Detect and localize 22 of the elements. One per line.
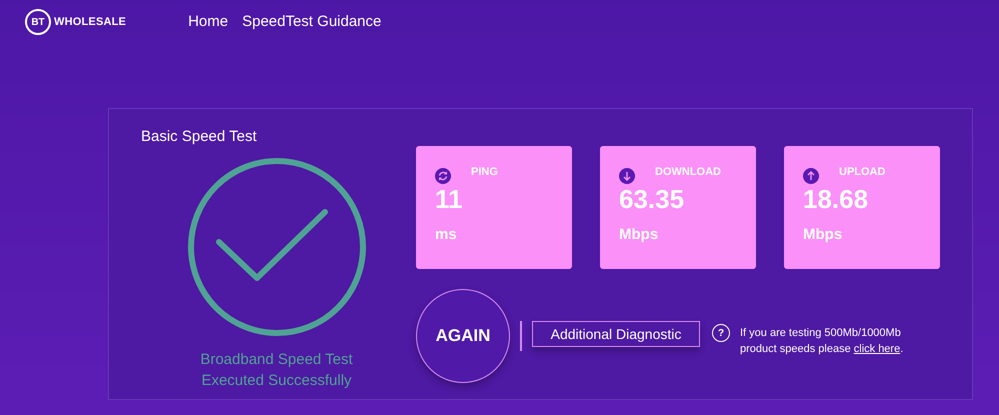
nav-link[interactable]: SpeedTest Guidance: [242, 12, 382, 30]
diagnostic-button[interactable]: Additional Diagnostic: [532, 321, 700, 347]
help-icon[interactable]: ?: [712, 324, 730, 342]
metric-label: UPLOAD: [839, 166, 886, 178]
logo-mark: BT: [25, 9, 51, 35]
metric-unit: Mbps: [619, 226, 660, 243]
success-check-icon: [186, 157, 366, 337]
click-here-link[interactable]: click here: [854, 343, 900, 355]
metric-unit: ms: [435, 226, 458, 243]
ping-icon: [435, 168, 451, 184]
metric-value: 11: [435, 184, 464, 214]
nav-link[interactable]: Home: [188, 12, 228, 30]
metric-label: DOWNLOAD: [655, 166, 721, 178]
panel-title: Basic Speed Test: [141, 128, 258, 145]
metric-unit: Mbps: [803, 226, 844, 243]
metric-value: 63.35: [619, 184, 686, 214]
metric-value: 18.68: [803, 184, 870, 214]
note-text: If you are testing 500Mb/1000Mb product speeds please click here.: [740, 326, 904, 357]
status-message: Broadband Speed Test Executed Successfully: [200, 350, 353, 391]
logo-text: WHOLESALE: [54, 16, 126, 28]
metric-label: PING: [471, 166, 498, 178]
again-button[interactable]: AGAIN: [416, 289, 510, 383]
